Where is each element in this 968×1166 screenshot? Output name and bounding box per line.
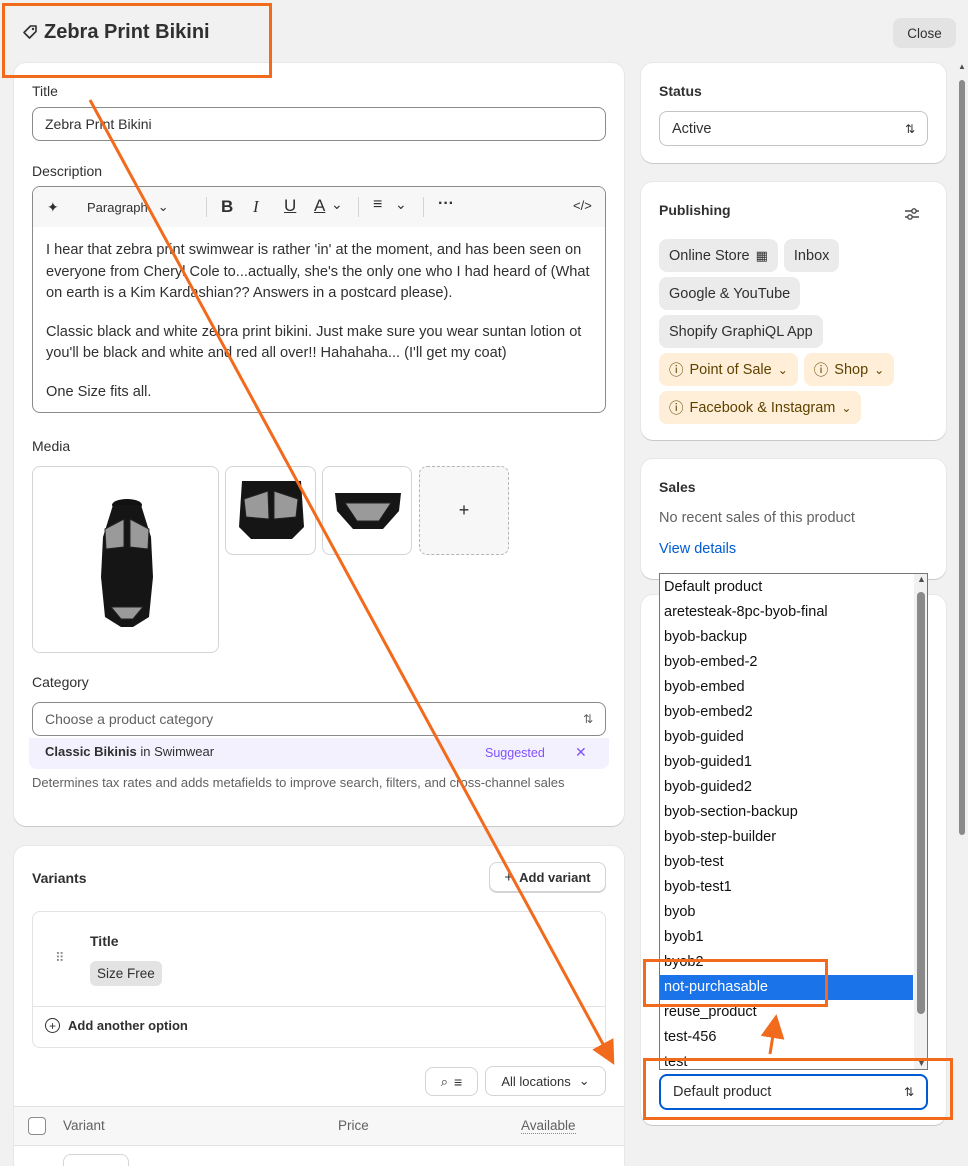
annotation-arrows: [88, 99, 785, 1065]
annotation-arrow: [760, 1014, 785, 1055]
annotation-arrow: [88, 99, 615, 1065]
